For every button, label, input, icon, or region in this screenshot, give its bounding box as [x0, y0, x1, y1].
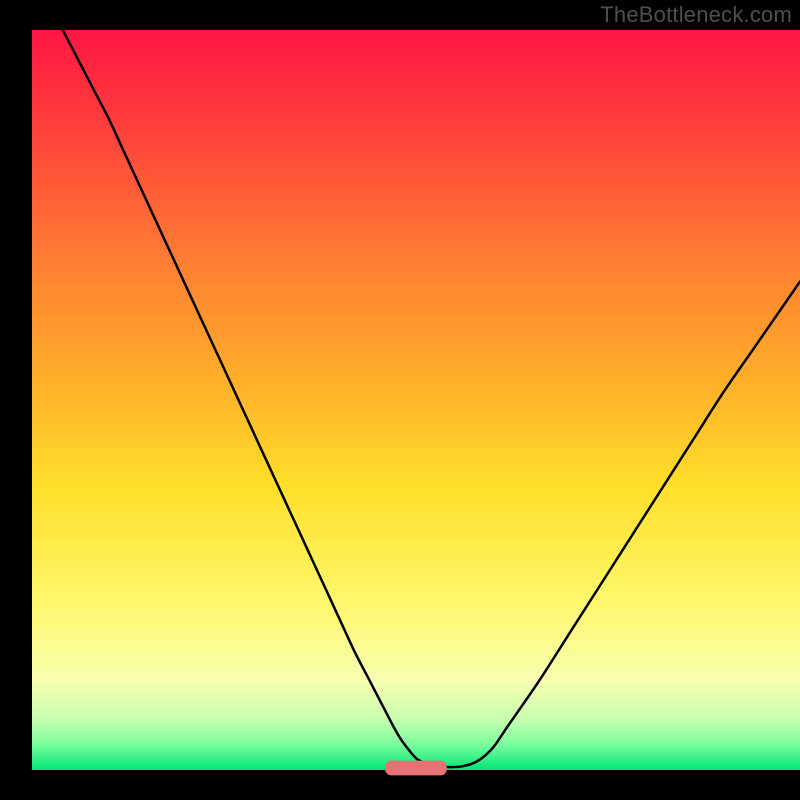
bottleneck-chart	[0, 0, 800, 800]
plot-background	[32, 30, 800, 770]
optimal-range-marker	[385, 761, 446, 776]
watermark-text: TheBottleneck.com	[600, 2, 792, 28]
chart-frame: TheBottleneck.com	[0, 0, 800, 800]
